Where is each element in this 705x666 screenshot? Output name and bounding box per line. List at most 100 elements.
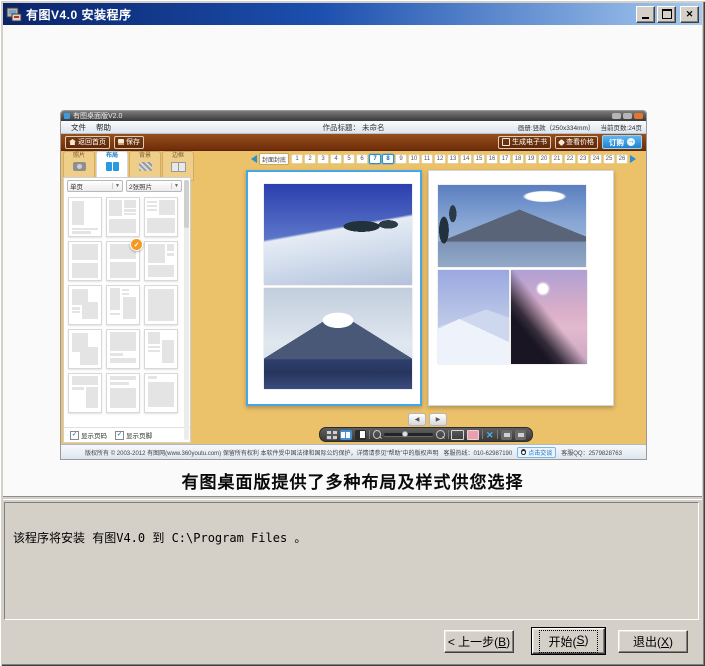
view-toolbar: ✕	[319, 427, 533, 442]
pages-scroll-left-icon[interactable]	[251, 155, 257, 163]
zoom-slider[interactable]	[384, 433, 433, 436]
app-maximize-icon[interactable]	[623, 113, 632, 119]
view-price-button[interactable]: 查看价格	[555, 136, 598, 149]
page-cell-24[interactable]: 24	[590, 154, 602, 164]
photo-count-select[interactable]: 2张照片 ▼	[126, 180, 182, 192]
layout-thumb[interactable]	[68, 197, 102, 237]
install-message-panel: 该程序将安装 有图V4.0 到 C:\Program Files 。	[4, 502, 699, 620]
page-cell-22[interactable]: 22	[564, 154, 576, 164]
page-cell-6[interactable]: 6	[356, 154, 368, 164]
checkbox-checked-icon: ✓	[115, 431, 124, 440]
layout-thumb[interactable]: ✓	[106, 241, 140, 281]
next-spread-icon[interactable]: ▶	[429, 413, 447, 426]
single-page-view-icon[interactable]	[355, 430, 366, 440]
pages-scroll-right-icon[interactable]	[630, 155, 636, 163]
photo-snow-peaks[interactable]	[438, 270, 509, 364]
photo-snow-hill[interactable]	[264, 184, 412, 285]
generate-ebook-button[interactable]: 生成电子书	[498, 136, 551, 149]
sidebar-scrollbar[interactable]	[184, 180, 189, 440]
page-cell-4[interactable]: 4	[330, 154, 342, 164]
window-titlebar[interactable]: 有图V4.0 安装程序 ✕	[3, 3, 702, 25]
page-cell-11[interactable]: 11	[421, 154, 433, 164]
app-title-text: 有图桌面版V2.0	[73, 111, 122, 121]
close-button-icon[interactable]: ✕	[680, 6, 699, 23]
grid-view-icon[interactable]	[326, 430, 337, 440]
swap-photos-icon[interactable]: ✕	[486, 430, 494, 440]
layout-thumb[interactable]	[68, 241, 102, 281]
photo-add-icon[interactable]	[515, 430, 526, 440]
page-cell-20[interactable]: 20	[538, 154, 550, 164]
page-border-toggle-icon[interactable]	[451, 430, 463, 440]
page-cell-3[interactable]: 3	[317, 154, 329, 164]
page-cell-25[interactable]: 25	[603, 154, 615, 164]
ebook-icon	[502, 138, 510, 146]
sidebar-footer: ✓ 显示页码 ✓ 显示页脚	[64, 427, 190, 442]
home-icon	[69, 139, 76, 145]
page-cell-10[interactable]: 10	[408, 154, 420, 164]
zoom-slider-knob[interactable]	[402, 431, 408, 437]
layout-thumb[interactable]	[144, 329, 178, 369]
page-cell-13[interactable]: 13	[447, 154, 459, 164]
qq-chat-button[interactable]: 点击交谈	[517, 447, 556, 458]
menu-file[interactable]: 文件	[71, 122, 86, 133]
back-button[interactable]: < 上一步(B)	[444, 630, 514, 653]
spread-view-icon[interactable]	[340, 430, 351, 440]
page-cell-8[interactable]: 8	[382, 154, 394, 164]
page-cell-5[interactable]: 5	[343, 154, 355, 164]
page-cell-1[interactable]: 1	[291, 154, 303, 164]
app-minimize-icon[interactable]	[612, 113, 621, 119]
layout-thumb[interactable]	[106, 329, 140, 369]
show-page-number-checkbox[interactable]: ✓ 显示页码	[70, 430, 107, 440]
page-cell-23[interactable]: 23	[577, 154, 589, 164]
page-cell-18[interactable]: 18	[512, 154, 524, 164]
maximize-button-icon[interactable]	[657, 6, 676, 23]
order-button[interactable]: 订购 →	[602, 135, 642, 149]
page-cell-9[interactable]: 9	[395, 154, 407, 164]
layout-thumb[interactable]	[68, 329, 102, 369]
app-close-icon[interactable]	[634, 113, 643, 119]
page-cell-17[interactable]: 17	[499, 154, 511, 164]
layout-thumb[interactable]	[144, 373, 178, 413]
exit-button[interactable]: 退出(X)	[618, 630, 688, 653]
page-cell-12[interactable]: 12	[434, 154, 446, 164]
layout-thumb[interactable]	[144, 285, 178, 325]
layout-thumb[interactable]	[68, 373, 102, 413]
layout-thumb[interactable]	[106, 197, 140, 237]
camera-icon	[73, 162, 86, 171]
photo-tool-icon[interactable]	[501, 430, 512, 440]
page-cell-19[interactable]: 19	[525, 154, 537, 164]
scrollbar-thumb[interactable]	[184, 180, 189, 228]
page-cell-16[interactable]: 16	[486, 154, 498, 164]
page-cell-15[interactable]: 15	[473, 154, 485, 164]
page-cell-7[interactable]: 7	[369, 154, 381, 164]
zoom-out-icon[interactable]	[373, 430, 382, 439]
photo-mountain-sea[interactable]	[438, 185, 586, 267]
photo-moon-twilight[interactable]	[511, 270, 587, 364]
photo-mount-fuji[interactable]	[264, 288, 412, 389]
right-page[interactable]	[428, 170, 614, 406]
zoom-in-icon[interactable]	[436, 430, 445, 439]
layout-thumb[interactable]	[106, 285, 140, 325]
show-footer-checkbox[interactable]: ✓ 显示页脚	[115, 430, 152, 440]
page-cell-26[interactable]: 26	[616, 154, 628, 164]
page-cell-2[interactable]: 2	[304, 154, 316, 164]
checkbox-checked-icon: ✓	[70, 431, 79, 440]
page-bleed-toggle-icon[interactable]	[467, 430, 479, 440]
layout-icon	[106, 162, 119, 171]
cover-pages-button[interactable]: 封面封底	[259, 153, 289, 165]
layout-thumb[interactable]	[144, 197, 178, 237]
start-button[interactable]: 开始(S)	[532, 628, 605, 654]
menu-help[interactable]: 帮助	[96, 122, 111, 133]
minimize-button-icon[interactable]	[636, 6, 655, 23]
layout-thumb[interactable]	[68, 285, 102, 325]
home-button[interactable]: 返回首页	[65, 136, 110, 149]
prev-spread-icon[interactable]: ◀	[408, 413, 426, 426]
layout-thumb[interactable]	[144, 241, 178, 281]
page-count-info: 当前页数:24页	[600, 122, 642, 132]
page-cell-14[interactable]: 14	[460, 154, 472, 164]
page-cell-21[interactable]: 21	[551, 154, 563, 164]
save-button[interactable]: 保存	[114, 136, 144, 149]
left-page-selected[interactable]	[246, 170, 422, 406]
layout-thumb[interactable]	[106, 373, 140, 413]
page-type-select[interactable]: 单页 ▼	[67, 180, 123, 192]
